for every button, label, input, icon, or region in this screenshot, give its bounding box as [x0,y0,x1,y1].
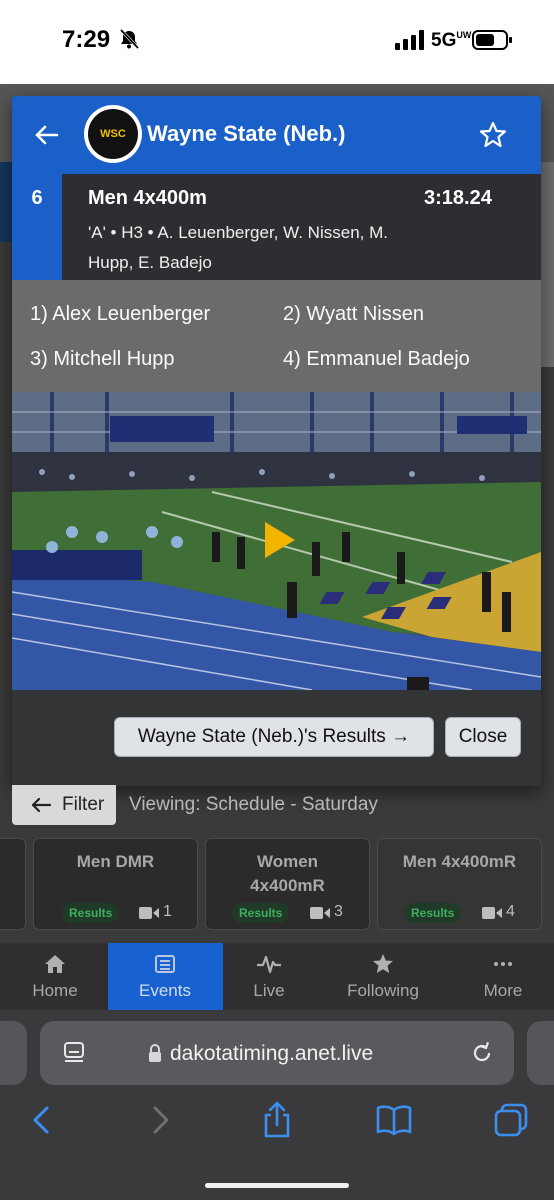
next-tab-peek[interactable] [527,1021,554,1085]
page-dimmed-edge [541,162,554,367]
play-icon[interactable] [263,520,297,560]
battery-icon [472,30,512,50]
nav-label: Following [347,981,419,1000]
result-place: 6 [31,187,43,209]
network-label: 5GUW [431,30,472,51]
event-card-title-line2: 4x400mR [250,876,325,895]
results-badge: Results [404,903,462,923]
results-badge: Results [62,903,120,923]
signal-icon [395,30,424,50]
lock-icon [149,1044,161,1062]
team-results-button[interactable]: Wayne State (Neb.)'s Results → [114,717,434,757]
video-count: 3 [334,903,343,920]
nav-label: Home [32,981,78,1000]
favorite-star-icon[interactable] [478,120,508,150]
nav-following[interactable]: Following [328,943,438,1010]
back-arrow-icon[interactable] [32,120,62,150]
video-camera-icon [139,907,159,919]
nav-label: Events [139,981,191,1000]
viewing-label: Viewing: Schedule - Saturday [129,794,378,815]
list-icon [155,955,175,973]
reload-icon[interactable] [469,1040,495,1066]
event-card-title: Women [256,852,319,871]
video-count: 1 [163,903,172,920]
nav-label: Live [253,981,285,1000]
nav-label: More [483,981,523,1000]
filter-button[interactable]: Filter [12,785,116,825]
video-camera-icon [310,907,330,919]
star-icon [373,954,393,973]
filter-label: Filter [62,794,105,815]
athlete-2: 2) Wyatt Nissen [283,303,424,325]
bookmarks-icon[interactable] [374,1100,414,1140]
athlete-3: 3) Mitchell Hupp [30,348,175,370]
nav-more[interactable]: More [448,943,554,1010]
event-card-partial[interactable] [0,838,26,930]
results-badge: Results [232,903,290,923]
back-icon[interactable] [22,1100,62,1140]
video-camera-icon [482,907,502,919]
nav-live[interactable]: Live [214,943,324,1010]
team-logo-mark: WSC [88,109,138,159]
arrow-left-icon [31,797,52,813]
result-modal: WSC Wayne State (Neb.) 6 Men 4x400m 3:18… [12,96,541,786]
event-card-title: Men DMR [76,852,155,871]
result-event: Men 4x400m [88,187,207,209]
nav-events[interactable]: Events [110,943,220,1010]
event-card[interactable]: Women 4x400mR Results 3 [205,838,370,930]
url-text[interactable]: dakotatiming.anet.live [170,1042,373,1066]
athlete-1: 1) Alex Leuenberger [30,303,211,325]
previous-tab-peek[interactable] [0,1021,27,1085]
page-dimmed-accent [0,162,12,242]
athlete-4: 4) Emmanuel Badejo [283,348,470,370]
silent-bell-icon [119,28,140,50]
share-icon[interactable] [257,1100,297,1140]
home-indicator [205,1183,349,1188]
reader-icon[interactable] [62,1040,86,1066]
team-name: Wayne State (Neb.) [147,121,346,146]
event-card[interactable]: Men DMR Results 1 [33,838,198,930]
pulse-icon [257,955,281,974]
tabs-icon[interactable] [491,1100,531,1140]
event-card-selected[interactable]: Men 4x400mR Results 4 [377,838,542,930]
close-button[interactable]: Close [445,717,521,757]
forward-icon[interactable] [140,1100,180,1140]
event-card-title: Men 4x400mR [402,852,517,871]
home-icon [45,955,65,973]
result-time: 3:18.24 [424,187,492,209]
video-count: 4 [506,903,515,920]
athlete-list [12,280,541,392]
status-time: 7:29 [62,26,111,53]
result-detail: 'A' • H3 • A. Leuenberger, W. Nissen, M.… [88,223,388,272]
ellipsis-icon [494,962,512,966]
nav-home[interactable]: Home [0,943,110,1010]
